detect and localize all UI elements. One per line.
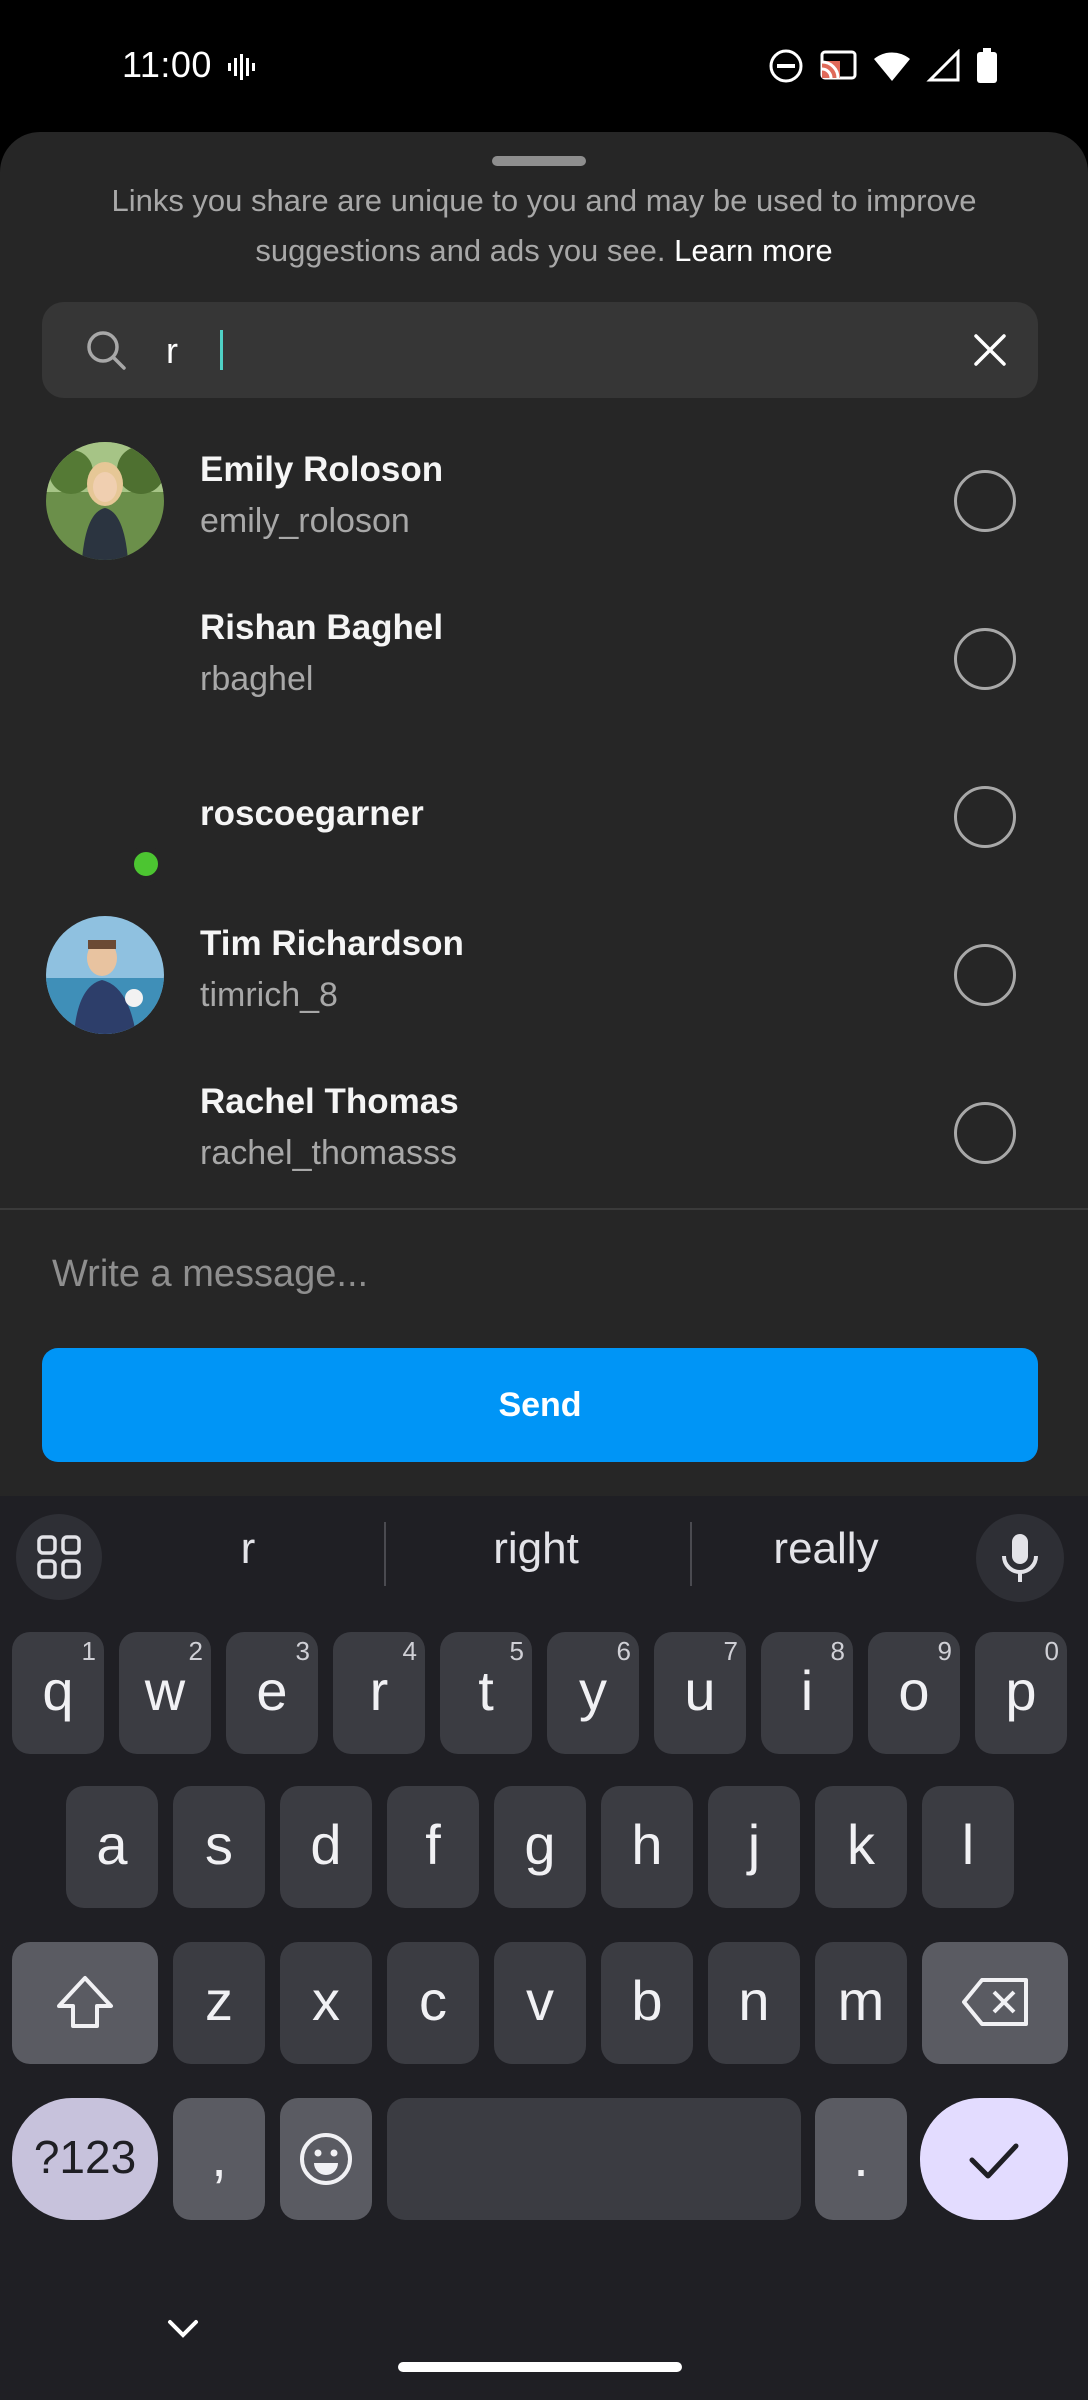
key-w[interactable]: w2 (119, 1632, 211, 1754)
enter-key[interactable] (920, 2098, 1068, 2220)
notice-text: Links you share are unique to you and ma… (111, 183, 977, 268)
key-z[interactable]: z (173, 1942, 265, 2064)
keyboard-apps-button[interactable] (16, 1514, 102, 1600)
wifi-icon (872, 49, 912, 88)
microphone-button[interactable] (976, 1514, 1064, 1602)
text-cursor (220, 330, 223, 370)
contact-row[interactable]: Tim Richardson timrich_8 (0, 896, 1088, 1054)
share-sheet: Links you share are unique to you and ma… (0, 132, 1088, 1496)
key-k[interactable]: k (815, 1786, 907, 1908)
key-b[interactable]: b (601, 1942, 693, 2064)
contact-username: rbaghel (200, 660, 314, 698)
key-j[interactable]: j (708, 1786, 800, 1908)
send-button[interactable]: Send (42, 1348, 1038, 1462)
suggestion-2[interactable]: right (406, 1524, 666, 1574)
home-indicator[interactable] (398, 2362, 682, 2372)
suggestion-separator (384, 1522, 386, 1586)
contact-list: Emily Roloson emily_roloson Rishan Baghe… (0, 422, 1088, 1212)
contact-name: Emily Roloson (200, 450, 444, 489)
period-key[interactable]: . (815, 2098, 907, 2220)
contact-row[interactable]: Rachel Thomas rachel_thomasss (0, 1054, 1088, 1212)
key-o[interactable]: o9 (868, 1632, 960, 1754)
suggestion-bar: r right really (0, 1496, 1088, 1616)
key-g[interactable]: g (494, 1786, 586, 1908)
online-status-dot (128, 846, 164, 882)
vibrate-icon (226, 52, 256, 87)
search-icon (84, 328, 128, 377)
key-h[interactable]: h (601, 1786, 693, 1908)
key-v[interactable]: v (494, 1942, 586, 2064)
status-icons (768, 48, 998, 89)
key-c[interactable]: c (387, 1942, 479, 2064)
suggestion-separator (690, 1522, 692, 1586)
signal-icon (926, 48, 962, 88)
search-input[interactable] (166, 302, 966, 398)
backspace-key[interactable] (922, 1942, 1068, 2064)
emoji-key[interactable] (280, 2098, 372, 2220)
contact-username: rachel_thomasss (200, 1134, 458, 1172)
key-i[interactable]: i8 (761, 1632, 853, 1754)
contact-row[interactable]: roscoegarner (0, 738, 1088, 896)
contact-username: emily_roloson (200, 502, 410, 540)
key-d[interactable]: d (280, 1786, 372, 1908)
status-bar: 11:00 (0, 0, 1088, 132)
keyboard: r right really q1 w2 e3 r4 t5 y6 u7 i8 o… (0, 1496, 1088, 2400)
key-a[interactable]: a (66, 1786, 158, 1908)
dnd-icon (768, 48, 804, 89)
status-time: 11:00 (122, 44, 212, 85)
clear-search-icon[interactable] (970, 330, 1010, 375)
symbols-key[interactable]: ?123 (12, 2098, 158, 2220)
contact-username: timrich_8 (200, 976, 338, 1014)
key-u[interactable]: u7 (654, 1632, 746, 1754)
key-x[interactable]: x (280, 1942, 372, 2064)
key-n[interactable]: n (708, 1942, 800, 2064)
avatar (46, 442, 164, 560)
sheet-drag-handle[interactable] (492, 156, 586, 166)
suggestion-1[interactable]: r (118, 1524, 378, 1574)
cast-icon (818, 49, 858, 88)
contact-name: Rachel Thomas (200, 1082, 459, 1121)
select-radio[interactable] (954, 628, 1016, 690)
key-q[interactable]: q1 (12, 1632, 104, 1754)
key-s[interactable]: s (173, 1786, 265, 1908)
key-l[interactable]: l (922, 1786, 1014, 1908)
contact-name: roscoegarner (200, 794, 424, 833)
select-radio[interactable] (954, 1102, 1016, 1164)
space-key[interactable] (387, 2098, 801, 2220)
message-input[interactable] (52, 1244, 1032, 1304)
contact-row[interactable]: Rishan Baghel rbaghel (0, 580, 1088, 738)
select-radio[interactable] (954, 470, 1016, 532)
key-t[interactable]: t5 (440, 1632, 532, 1754)
search-bar[interactable] (42, 302, 1038, 398)
shift-key[interactable] (12, 1942, 158, 2064)
hide-keyboard-icon[interactable] (166, 2318, 200, 2345)
divider (0, 1208, 1088, 1210)
comma-key[interactable]: , (173, 2098, 265, 2220)
key-f[interactable]: f (387, 1786, 479, 1908)
key-m[interactable]: m (815, 1942, 907, 2064)
learn-more-link[interactable]: Learn more (674, 233, 833, 268)
contact-name: Tim Richardson (200, 924, 464, 963)
key-e[interactable]: e3 (226, 1632, 318, 1754)
avatar (46, 916, 164, 1034)
select-radio[interactable] (954, 786, 1016, 848)
key-y[interactable]: y6 (547, 1632, 639, 1754)
key-r[interactable]: r4 (333, 1632, 425, 1754)
privacy-notice: Links you share are unique to you and ma… (60, 176, 1028, 276)
select-radio[interactable] (954, 944, 1016, 1006)
key-p[interactable]: p0 (975, 1632, 1067, 1754)
contact-name: Rishan Baghel (200, 608, 444, 647)
battery-icon (976, 48, 998, 89)
contact-row[interactable]: Emily Roloson emily_roloson (0, 422, 1088, 580)
suggestion-3[interactable]: really (696, 1524, 956, 1574)
